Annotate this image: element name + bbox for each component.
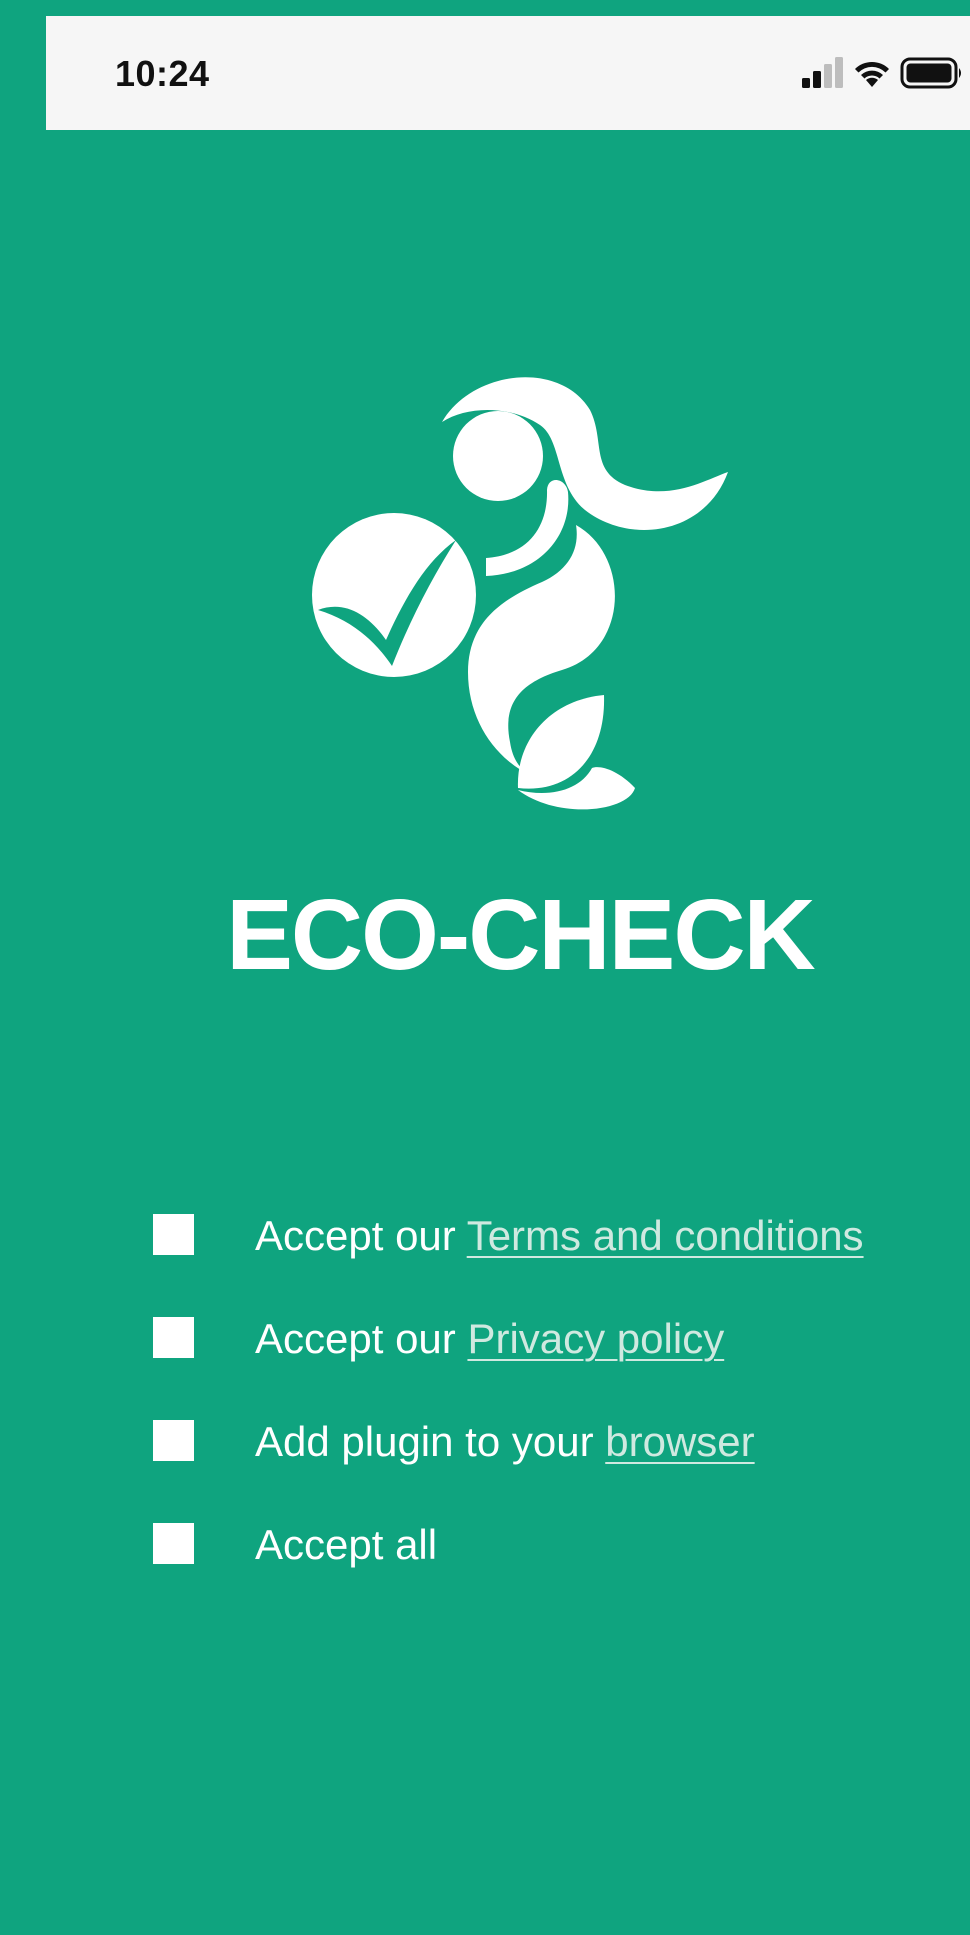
eco-check-logo bbox=[312, 377, 728, 810]
consent-terms-prefix: Accept our bbox=[255, 1212, 467, 1259]
privacy-policy-link[interactable]: Privacy policy bbox=[467, 1315, 724, 1362]
cellular-signal-icon bbox=[802, 57, 843, 88]
battery-icon bbox=[900, 57, 961, 89]
plugin-checkbox[interactable] bbox=[153, 1420, 194, 1461]
status-icons bbox=[800, 56, 970, 90]
consent-plugin-prefix: Add plugin to your bbox=[255, 1418, 606, 1465]
consent-accept-all-text: Accept all bbox=[255, 1521, 438, 1568]
consent-plugin-label: Add plugin to your browser bbox=[255, 1418, 755, 1466]
wifi-icon bbox=[855, 61, 889, 87]
consent-privacy-prefix: Accept our bbox=[255, 1315, 468, 1362]
consent-terms-label: Accept our Terms and conditions bbox=[255, 1212, 864, 1260]
terms-and-conditions-link[interactable]: Terms and conditions bbox=[467, 1212, 864, 1259]
status-bar: 10:24 bbox=[46, 16, 970, 130]
terms-checkbox[interactable] bbox=[153, 1214, 194, 1255]
browser-link[interactable]: browser bbox=[605, 1418, 754, 1465]
consent-privacy-label: Accept our Privacy policy bbox=[255, 1315, 724, 1363]
consent-accept-all-label: Accept all bbox=[255, 1521, 437, 1569]
status-time: 10:24 bbox=[115, 53, 210, 94]
accept-all-checkbox[interactable] bbox=[153, 1523, 194, 1564]
app-title: ECO-CHECK bbox=[226, 879, 816, 991]
privacy-checkbox[interactable] bbox=[153, 1317, 194, 1358]
